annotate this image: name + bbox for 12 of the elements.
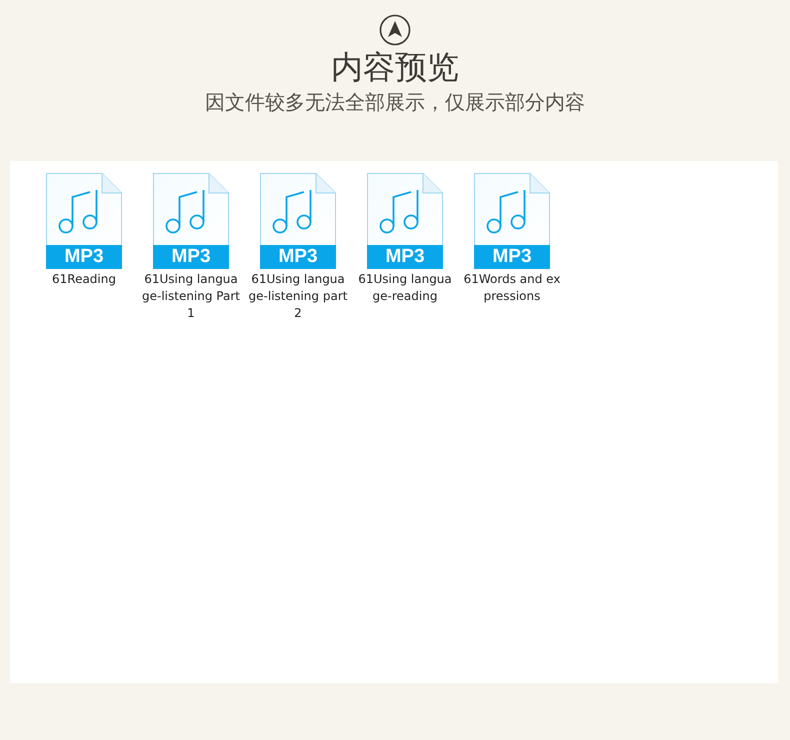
file-type-label: MP3	[260, 245, 336, 269]
file-name[interactable]: 61Using language-listening part2	[248, 271, 348, 322]
page-title: 内容预览	[331, 48, 459, 86]
file-name[interactable]: 61Using language-listening Part 1	[141, 271, 241, 322]
file-name[interactable]: 61Reading	[34, 271, 134, 288]
file-name[interactable]: 61Words and expressions	[462, 271, 562, 305]
file-type-label: MP3	[474, 245, 550, 269]
file-type-label: MP3	[153, 245, 229, 269]
page-subtitle: 因文件较多无法全部展示，仅展示部分内容	[205, 90, 585, 114]
file-name[interactable]: 61Using language-reading	[355, 271, 455, 305]
file-type-label: MP3	[367, 245, 443, 269]
file-type-label: MP3	[46, 245, 122, 269]
